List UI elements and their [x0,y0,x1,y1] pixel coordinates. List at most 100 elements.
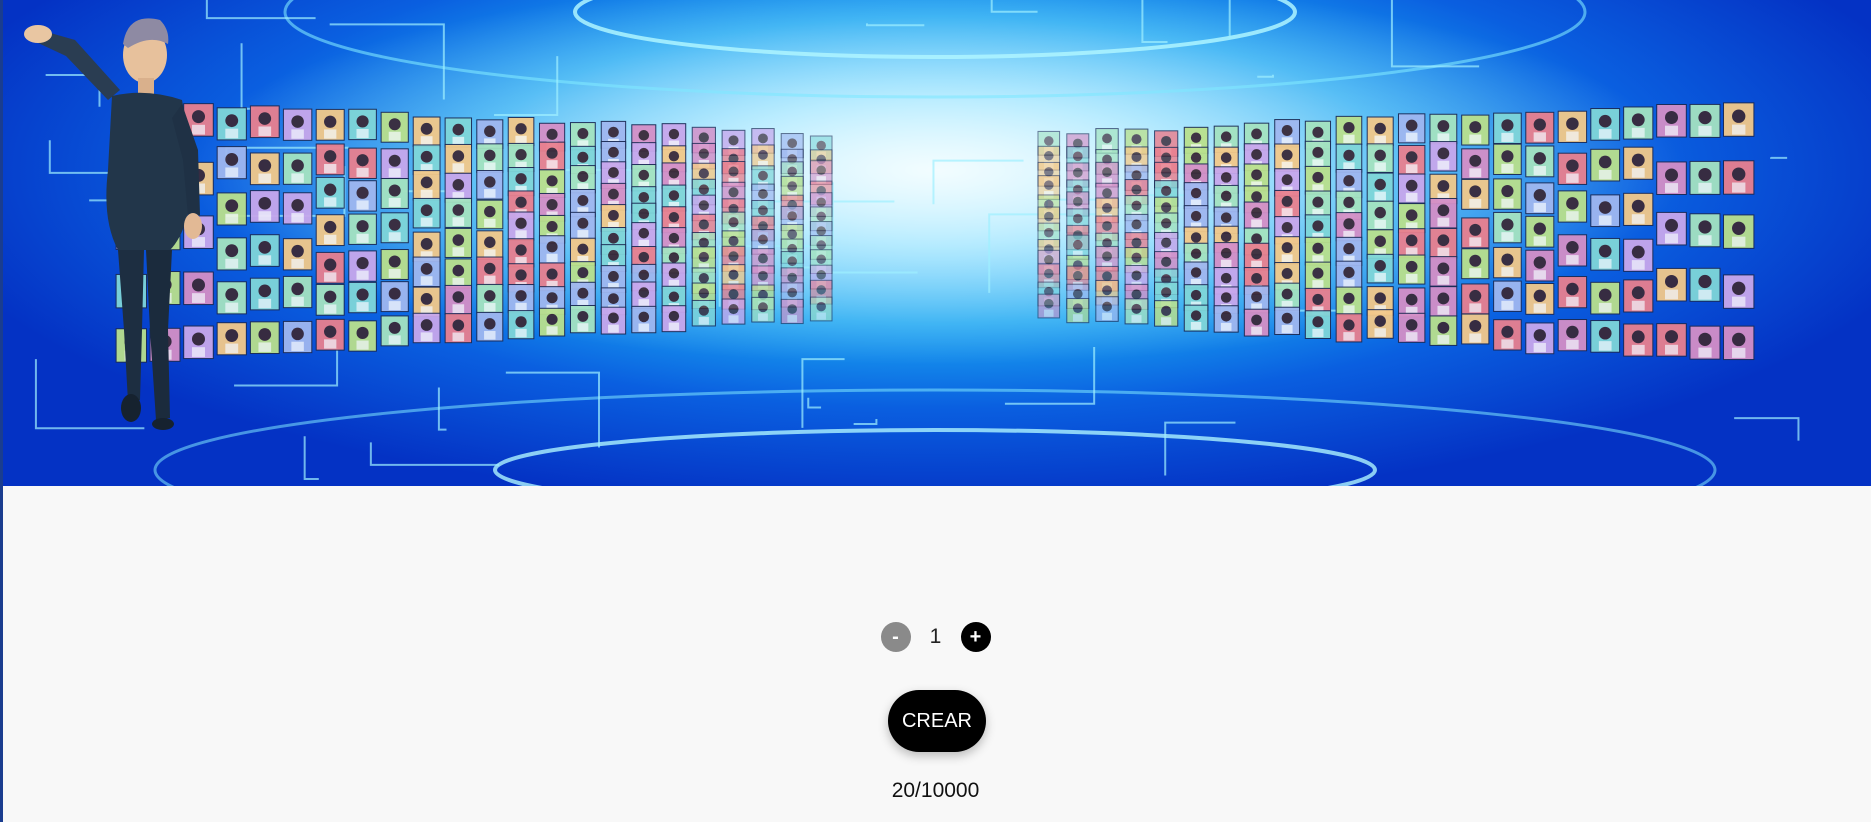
avatar-tile [380,281,409,313]
avatar-tile [476,199,504,230]
avatar-tile [380,249,409,280]
avatar-tile [1335,260,1363,290]
avatar-tile [1335,115,1363,146]
avatar-tile [1397,228,1426,259]
avatar-tile [780,298,804,325]
avatar-tile [380,315,409,347]
avatar-tile [444,313,473,344]
avatar-tile [1623,238,1654,272]
avatar-tile [1656,161,1687,195]
avatar-tile [1183,304,1209,332]
avatar-tile [538,141,566,171]
avatar-tile [631,222,657,250]
avatar-tile [1525,215,1555,248]
avatar-tile [661,262,687,290]
increment-button[interactable]: + [960,622,991,652]
avatar-tile [282,275,313,309]
avatar-tile [1335,286,1363,316]
avatar-tile [1213,242,1239,270]
avatar-tile [1429,141,1458,172]
avatar-tile [1183,261,1209,289]
minted-supply-counter: 20/10000 [891,779,980,802]
avatar-tile [315,318,345,351]
avatar-tile [1590,194,1621,228]
mint-button[interactable]: CREAR [888,690,986,752]
avatar-tile [1037,293,1061,319]
avatar-tile [315,283,345,316]
avatar-tile [476,230,504,260]
avatar-tile [1274,306,1301,336]
avatar-tile [1656,323,1687,357]
avatar-tile [444,227,473,258]
avatar-tile [1274,282,1301,311]
avatar-tile [1366,143,1394,173]
avatar-tile [1623,279,1654,313]
avatar-tile [1366,309,1394,339]
avatar-tile [569,211,596,241]
avatar-tile [1335,313,1363,343]
avatar-tile [507,310,535,340]
avatar-tile [809,296,833,322]
avatar-tile [1304,310,1332,339]
avatar-tile [1525,111,1555,144]
avatar-tile [282,192,313,225]
avatar-tile [721,298,746,325]
avatar-tile [1461,217,1490,249]
avatar-tile [380,178,409,209]
avatar-tile [1397,287,1426,318]
avatar-tile [1493,112,1522,144]
avatar-tile [1623,192,1654,226]
avatar-tile [249,321,280,355]
avatar-tile [315,251,345,284]
avatar-tile [1095,296,1119,322]
avatar-tile [1557,152,1588,185]
avatar-tile [1461,114,1490,146]
avatar-tile [1213,305,1239,333]
avatar-tile [444,117,473,148]
avatar-tile [1335,212,1363,242]
avatar-tile [569,165,596,194]
circuit-line [1770,156,1788,159]
avatar-tile [1493,246,1522,279]
avatar-tile [1590,108,1621,141]
avatar-tile [1274,119,1301,148]
avatar-tile [1689,103,1721,138]
avatar-tile [348,213,377,245]
avatar-tile [348,250,377,282]
avatar-tile [476,170,504,200]
window-edge [0,0,3,822]
avatar-tile [1397,254,1426,285]
avatar-tile [249,152,280,186]
avatar-tile [1461,313,1490,345]
avatar-tile [412,286,441,318]
avatar-tile [282,238,313,271]
avatar-tile [1493,178,1522,210]
avatar-tile [444,143,473,174]
avatar-tile [348,147,377,179]
avatar-tile [1304,165,1332,195]
avatar-tile [348,281,377,314]
decrement-button[interactable]: - [880,622,911,652]
banner-art [0,0,1871,486]
avatar-tile [412,116,441,148]
avatar-tile [1723,325,1755,361]
avatar-tile [380,111,409,143]
avatar-tile [412,170,441,201]
avatar-tile [476,311,504,342]
avatar-tile [1590,281,1621,315]
hero-banner [0,0,1871,486]
avatar-tile [1590,237,1621,271]
avatar-tile [1493,211,1522,244]
avatar-tile [1557,190,1588,223]
avatar-tile [444,197,473,228]
avatar-tile [1366,116,1394,147]
avatar-tile [661,305,687,333]
avatar-tile [315,176,345,209]
avatar-tile [1304,261,1332,291]
avatar-tile [1525,145,1555,178]
avatar-tile [1335,143,1363,173]
avatar-tile [1557,276,1588,309]
avatar-tile [348,320,377,352]
avatar-tile [412,197,441,229]
avatar-tile [1656,267,1687,302]
